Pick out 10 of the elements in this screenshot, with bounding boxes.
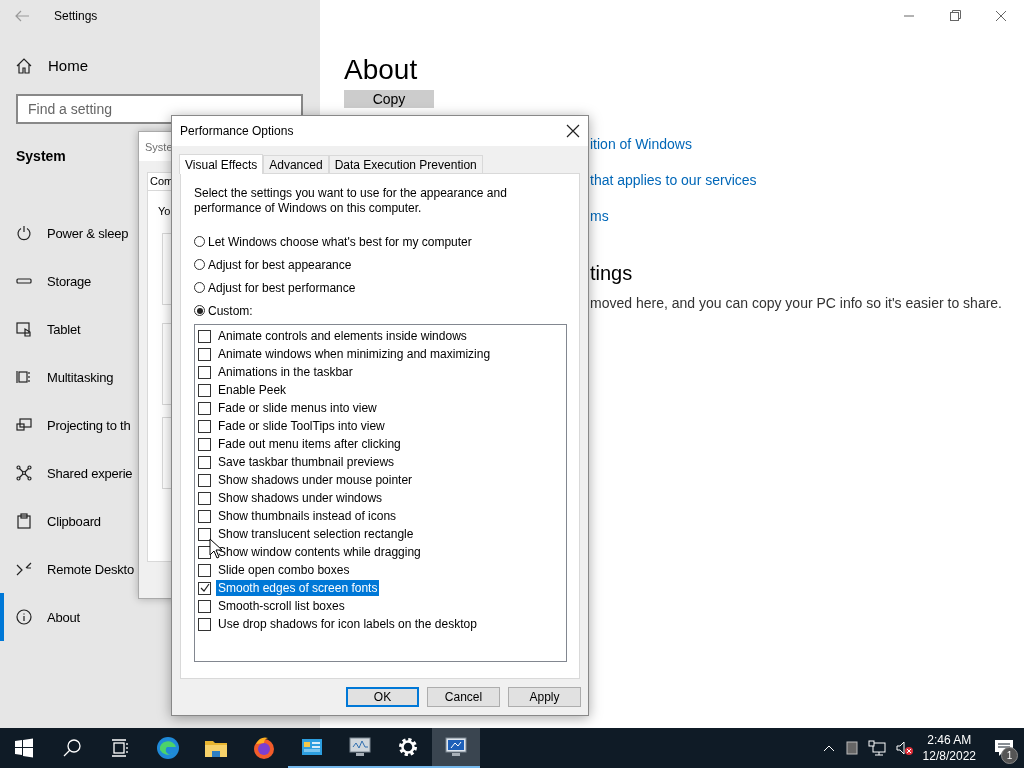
- section-title: System: [16, 148, 66, 164]
- dialog-title: Performance Options: [180, 124, 294, 138]
- description-text: moved here, and you can copy your PC info so it's easier to share.: [590, 295, 1003, 311]
- instructions-text: Select the settings you want to use for the appearance and performance of Windows on this computer.: [194, 186, 508, 216]
- window-title: Syste: [145, 141, 173, 153]
- notification-count: 1: [1001, 747, 1018, 764]
- text: Yo: [158, 205, 171, 217]
- page-title: About: [344, 54, 419, 86]
- section-heading: tings: [590, 262, 634, 285]
- window-title: Settings: [54, 9, 98, 23]
